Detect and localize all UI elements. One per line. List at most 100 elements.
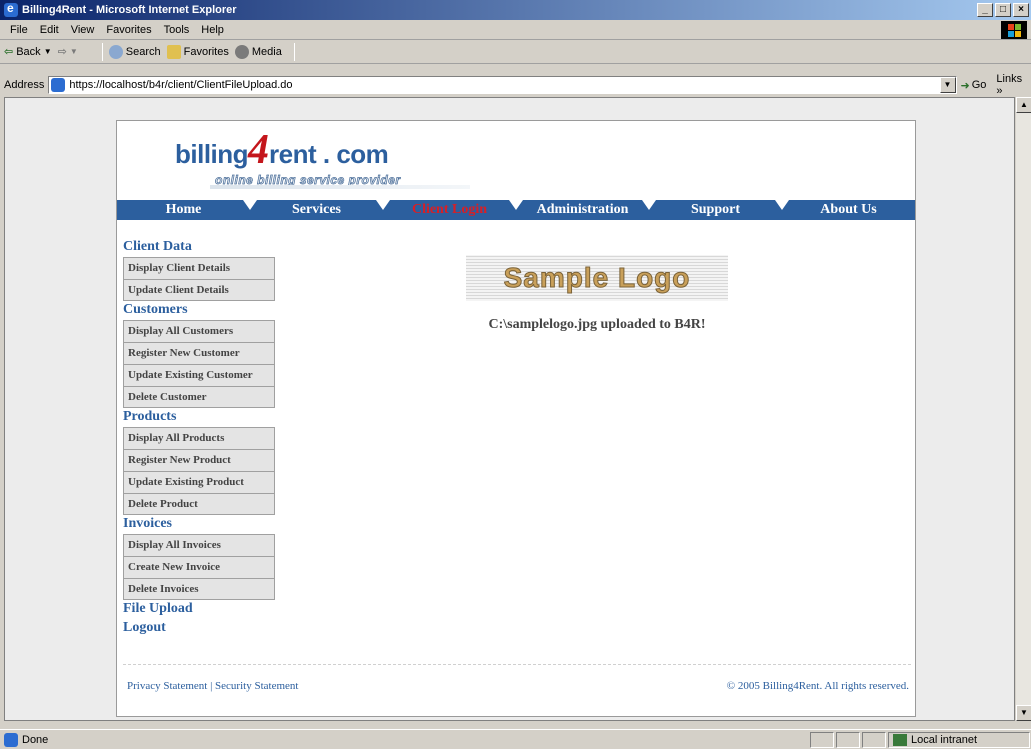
- window-title-bar: Billing4Rent - Microsoft Internet Explor…: [0, 0, 1031, 20]
- back-label: Back: [16, 45, 41, 58]
- nav-divider: [376, 200, 390, 210]
- section-products: Products: [123, 409, 177, 424]
- internet-explorer-icon: [4, 1, 18, 17]
- chevron-down-icon: ▼: [69, 47, 78, 56]
- address-dropdown-icon[interactable]: ▼: [939, 77, 956, 93]
- upload-result: Sample Logo C:\samplelogo.jpg uploaded t…: [457, 255, 737, 333]
- menu-favorites[interactable]: Favorites: [100, 24, 157, 36]
- status-text: Done: [22, 733, 49, 746]
- toolbar-separator: [293, 42, 295, 61]
- scroll-up-button[interactable]: ▲: [1016, 97, 1031, 113]
- nav-administration[interactable]: Administration: [516, 200, 656, 220]
- address-bar: Address https://localhost/b4r/client/Cli…: [0, 73, 1031, 97]
- favorites-icon: [166, 44, 181, 59]
- display-client-details-link[interactable]: Display Client Details: [123, 257, 275, 279]
- logout-link[interactable]: Logout: [123, 619, 275, 638]
- nav-home-label: Home: [165, 202, 202, 217]
- go-button[interactable]: ➜ Go: [961, 79, 987, 92]
- back-button[interactable]: ⇦ Back ▼: [4, 45, 52, 59]
- nav-administration-label: Administration: [536, 202, 629, 217]
- status-panel: [836, 731, 860, 748]
- logo-four: 4: [248, 127, 270, 173]
- main-navigation: Home Services Client Login Administratio…: [117, 200, 915, 220]
- page-done-icon: [4, 732, 18, 747]
- menu-help[interactable]: Help: [195, 24, 230, 36]
- search-label: Search: [125, 45, 161, 58]
- browser-viewport: billing4rent . com online billing servic…: [4, 97, 1015, 721]
- media-label: Media: [251, 45, 282, 58]
- nav-divider: [243, 200, 257, 210]
- standard-toolbar: ⇦ Back ▼ ⇨ ▼ Search Favorites Media: [0, 40, 1031, 64]
- display-all-customers-link[interactable]: Display All Customers: [123, 320, 275, 342]
- update-existing-customer-link[interactable]: Update Existing Customer: [123, 364, 275, 386]
- uploaded-logo-image: Sample Logo: [466, 255, 728, 301]
- update-existing-product-link[interactable]: Update Existing Product: [123, 471, 275, 493]
- copyright-notice: © 2005 Billing4Rent. All rights reserved…: [726, 680, 909, 692]
- nav-services[interactable]: Services: [250, 200, 390, 220]
- search-button[interactable]: Search: [108, 44, 161, 59]
- nav-home[interactable]: Home: [117, 200, 257, 220]
- links-label: Links: [996, 73, 1023, 85]
- status-panel: [810, 731, 834, 748]
- footer-separator: |: [210, 680, 213, 692]
- zone-label: Local intranet: [911, 733, 978, 746]
- nav-support-label: Support: [690, 202, 741, 217]
- register-new-product-link[interactable]: Register New Product: [123, 449, 275, 471]
- address-label: Address: [4, 79, 45, 91]
- close-button[interactable]: ×: [1013, 3, 1029, 17]
- nav-client-login[interactable]: Client Login: [383, 200, 523, 220]
- scroll-down-button[interactable]: ▼: [1016, 705, 1031, 721]
- menu-file[interactable]: File: [4, 24, 34, 36]
- security-statement-link[interactable]: Security Statement: [215, 680, 298, 692]
- section-client-data: Client Data: [123, 239, 192, 254]
- nav-support[interactable]: Support: [649, 200, 789, 220]
- menu-bar: File Edit View Favorites Tools Help: [0, 20, 1031, 40]
- links-toolbar[interactable]: Links »: [996, 73, 1031, 97]
- vertical-scrollbar[interactable]: ▲ ▼: [1015, 97, 1031, 721]
- window-title: Billing4Rent - Microsoft Internet Explor…: [22, 4, 237, 16]
- nav-client-login-label: Client Login: [411, 202, 488, 217]
- nav-about-us-label: About Us: [820, 202, 877, 217]
- favorites-button[interactable]: Favorites: [166, 44, 229, 59]
- nav-services-label: Services: [292, 202, 341, 217]
- search-icon: [108, 44, 123, 59]
- logo-swoosh: [210, 185, 470, 189]
- minimize-button[interactable]: _: [977, 3, 993, 17]
- section-invoices: Invoices: [123, 516, 172, 531]
- create-new-invoice-link[interactable]: Create New Invoice: [123, 556, 275, 578]
- site-logo[interactable]: billing4rent . com online billing servic…: [175, 129, 475, 189]
- media-button[interactable]: Media: [234, 44, 282, 59]
- chevron-down-icon: ▼: [43, 47, 52, 56]
- menu-view[interactable]: View: [65, 24, 101, 36]
- forward-arrow-icon: ⇨: [57, 46, 67, 58]
- media-icon: [234, 44, 249, 59]
- menu-tools[interactable]: Tools: [158, 24, 196, 36]
- file-upload-link[interactable]: File Upload: [123, 600, 275, 619]
- forward-button[interactable]: ⇨ ▼: [58, 45, 78, 58]
- delete-customer-link[interactable]: Delete Customer: [123, 386, 275, 408]
- customers-links: Display All Customers Register New Custo…: [123, 320, 275, 408]
- products-links: Display All Products Register New Produc…: [123, 427, 275, 515]
- privacy-statement-link[interactable]: Privacy Statement: [127, 680, 207, 692]
- delete-product-link[interactable]: Delete Product: [123, 493, 275, 515]
- windows-logo-icon: [1001, 21, 1027, 39]
- client-data-links: Display Client Details Update Client Det…: [123, 257, 275, 301]
- page-icon: [51, 78, 66, 92]
- window-controls: _ □ ×: [977, 3, 1031, 17]
- logo-text-billing: billing: [175, 139, 249, 169]
- upload-message: C:\samplelogo.jpg uploaded to B4R!: [488, 317, 706, 332]
- back-arrow-icon: ⇦: [4, 46, 14, 58]
- delete-invoices-link[interactable]: Delete Invoices: [123, 578, 275, 600]
- update-client-details-link[interactable]: Update Client Details: [123, 279, 275, 301]
- nav-about-us[interactable]: About Us: [782, 200, 915, 220]
- display-all-invoices-link[interactable]: Display All Invoices: [123, 534, 275, 556]
- nav-divider: [509, 200, 523, 210]
- menu-edit[interactable]: Edit: [34, 24, 65, 36]
- maximize-button[interactable]: □: [995, 3, 1011, 17]
- address-input[interactable]: https://localhost/b4r/client/ClientFileU…: [48, 76, 957, 94]
- register-new-customer-link[interactable]: Register New Customer: [123, 342, 275, 364]
- display-all-products-link[interactable]: Display All Products: [123, 427, 275, 449]
- footer-divider: [123, 664, 911, 665]
- status-message: Done: [0, 732, 808, 747]
- security-zone[interactable]: Local intranet: [888, 731, 1030, 748]
